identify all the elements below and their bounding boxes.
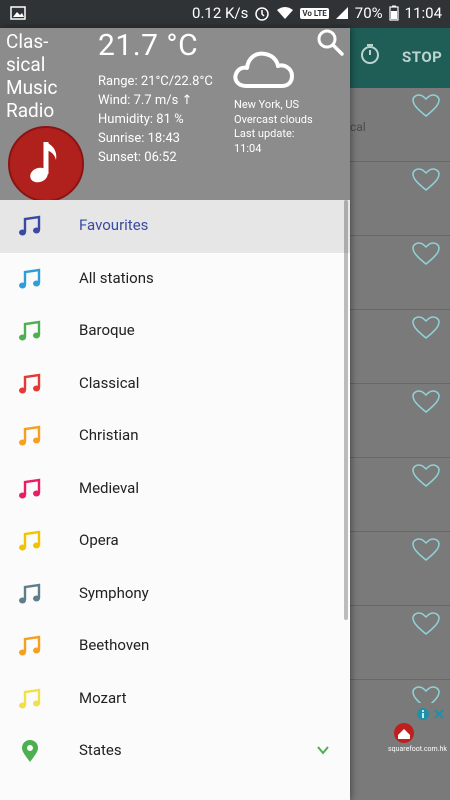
search-icon[interactable] (316, 28, 344, 56)
list-item[interactable] (350, 458, 450, 532)
music-note-icon (19, 530, 41, 551)
music-note-icon (19, 583, 41, 603)
heart-icon[interactable] (412, 316, 440, 340)
music-note-icon (19, 373, 41, 393)
menu-item-christian[interactable]: Christian (0, 410, 350, 463)
sunset: Sunset: 06:52 (98, 150, 177, 165)
menu-item-label: States (79, 741, 122, 759)
weather-details: Range: 21°C/22.8°C Wind: 7.7 m/s ↑ Humid… (98, 72, 213, 167)
temp-range: Range: 21°C/22.8°C (98, 74, 213, 89)
app-logo (8, 126, 84, 202)
drawer-header: Clas- sical Music Radio 21.7 °C Range: 2… (0, 28, 350, 202)
music-note-icon (19, 425, 41, 446)
list-item[interactable] (350, 384, 450, 458)
menu-item-all-stations[interactable]: All stations (0, 253, 350, 306)
menu-item-classical[interactable]: Classical (0, 358, 350, 411)
station-snippet: cal (350, 120, 366, 134)
ad-logo[interactable]: squarefoot.com.hk (388, 723, 450, 778)
heart-icon[interactable] (412, 390, 440, 414)
list-item[interactable] (350, 606, 450, 680)
heart-icon[interactable] (412, 168, 440, 192)
image-notification-icon (10, 6, 26, 20)
chevron-down-icon[interactable] (316, 743, 330, 757)
cloud-icon (233, 51, 294, 88)
ad-brand-text: squarefoot.com.hk (388, 745, 447, 753)
timer-icon[interactable] (358, 42, 382, 66)
list-item[interactable] (350, 310, 450, 384)
background-toolbar: STOP (350, 28, 450, 88)
list-item[interactable] (350, 236, 450, 310)
heart-icon[interactable] (412, 242, 440, 266)
signal-icon (335, 7, 348, 19)
menu-item-label: All stations (79, 268, 154, 287)
ad-info-icon[interactable] (416, 707, 430, 721)
stop-button[interactable]: STOP (402, 48, 442, 66)
weather-location-block: New York, US Overcast clouds Last update… (234, 98, 313, 156)
menu-item-symphony[interactable]: Symphony (0, 568, 350, 621)
wind: Wind: 7.7 m/s ↑ (98, 93, 193, 108)
music-note-icon (19, 215, 41, 236)
menu-item-label: Medieval (79, 478, 139, 497)
menu-item-label: Beethoven (79, 636, 150, 654)
music-note-icon (19, 320, 41, 341)
menu-item-medieval[interactable]: Medieval (0, 463, 350, 516)
music-note-icon (30, 142, 57, 183)
list-item[interactable] (350, 162, 450, 236)
house-logo-icon (394, 723, 414, 743)
menu-item-beethoven[interactable]: Beethoven (0, 620, 350, 673)
menu-item-label: Baroque (79, 321, 135, 339)
menu-item-label: Christian (79, 426, 139, 444)
menu-item-label: Symphony (79, 583, 149, 602)
sunrise: Sunrise: 18:43 (98, 131, 180, 146)
humidity: Humidity: 81 % (98, 112, 184, 127)
background-app: STOP cal squarefoot.com.hk (350, 28, 450, 800)
menu-item-states[interactable]: States (0, 725, 350, 778)
volte-badge: Vo LTE (300, 7, 329, 19)
music-note-icon (19, 478, 41, 498)
music-note-icon (19, 635, 41, 656)
weather-condition: Overcast clouds (234, 112, 313, 126)
ad-banner[interactable]: squarefoot.com.hk (350, 703, 450, 800)
location-pin-icon (22, 740, 38, 762)
menu-item-label: Classical (79, 373, 140, 392)
battery-icon (389, 5, 399, 21)
app-title: Clas- sical Music Radio (6, 30, 58, 122)
status-bar: 0.12 K/s Vo LTE 70% 11:04 (0, 0, 450, 28)
music-note-icon (19, 688, 41, 708)
network-speed: 0.12 K/s (192, 4, 249, 22)
menu-item-label: Mozart (79, 688, 127, 707)
clock: 11:04 (404, 4, 442, 22)
navigation-drawer: Clas- sical Music Radio 21.7 °C Range: 2… (0, 28, 350, 800)
last-update-label: Last update: (234, 127, 295, 140)
menu-item-favourites[interactable]: Favourites (0, 200, 350, 253)
heart-icon[interactable] (412, 612, 440, 636)
heart-icon[interactable] (412, 464, 440, 488)
menu-item-opera[interactable]: Opera (0, 515, 350, 568)
heart-icon[interactable] (412, 538, 440, 562)
wifi-icon (277, 7, 294, 19)
list-item[interactable]: cal (350, 88, 450, 162)
alarm-icon (255, 7, 270, 21)
menu-item-label: Opera (79, 531, 119, 549)
location: New York, US (234, 98, 300, 111)
ad-close-icon[interactable] (432, 707, 446, 721)
station-list: cal (350, 88, 450, 753)
scrollbar[interactable] (344, 200, 348, 620)
menu-item-label: Favourites (79, 216, 149, 234)
heart-icon[interactable] (412, 94, 440, 118)
menu-item-baroque[interactable]: Baroque (0, 305, 350, 358)
list-item[interactable] (350, 532, 450, 606)
battery-percent: 70% (354, 4, 383, 22)
music-note-icon (19, 268, 41, 288)
menu-item-mozart[interactable]: Mozart (0, 673, 350, 726)
drawer-menu: Favourites All stations Baroque Classica… (0, 200, 350, 778)
last-update-time: 11:04 (234, 141, 262, 155)
temperature: 21.7 °C (98, 28, 199, 63)
